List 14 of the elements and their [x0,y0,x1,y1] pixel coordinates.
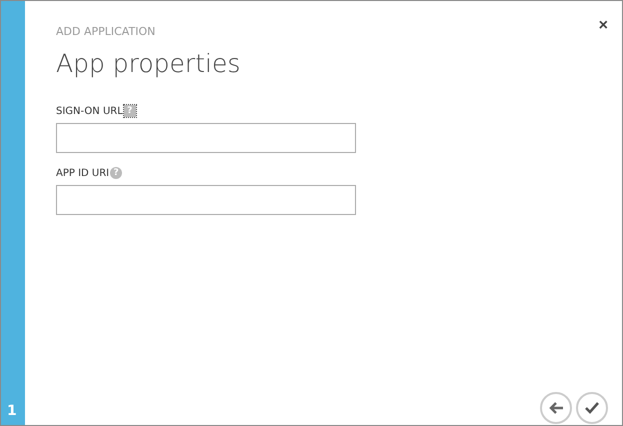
help-icon[interactable]: ? [110,167,122,179]
field-label: APP ID URI [56,168,110,178]
checkmark-icon [584,401,600,415]
step-number: 1 [6,403,17,421]
back-button[interactable] [540,392,572,424]
dialog-title: App properties [56,49,242,78]
close-button[interactable]: × [598,18,608,34]
left-arrow-icon [548,401,564,415]
field-label: SIGN-ON URL [56,106,123,116]
dialog-subtitle: ADD APPLICATION [56,25,156,38]
input-field[interactable] [56,185,356,215]
input-field[interactable] [56,123,356,153]
finish-button[interactable] [576,392,608,424]
help-icon[interactable]: ? [124,105,136,117]
